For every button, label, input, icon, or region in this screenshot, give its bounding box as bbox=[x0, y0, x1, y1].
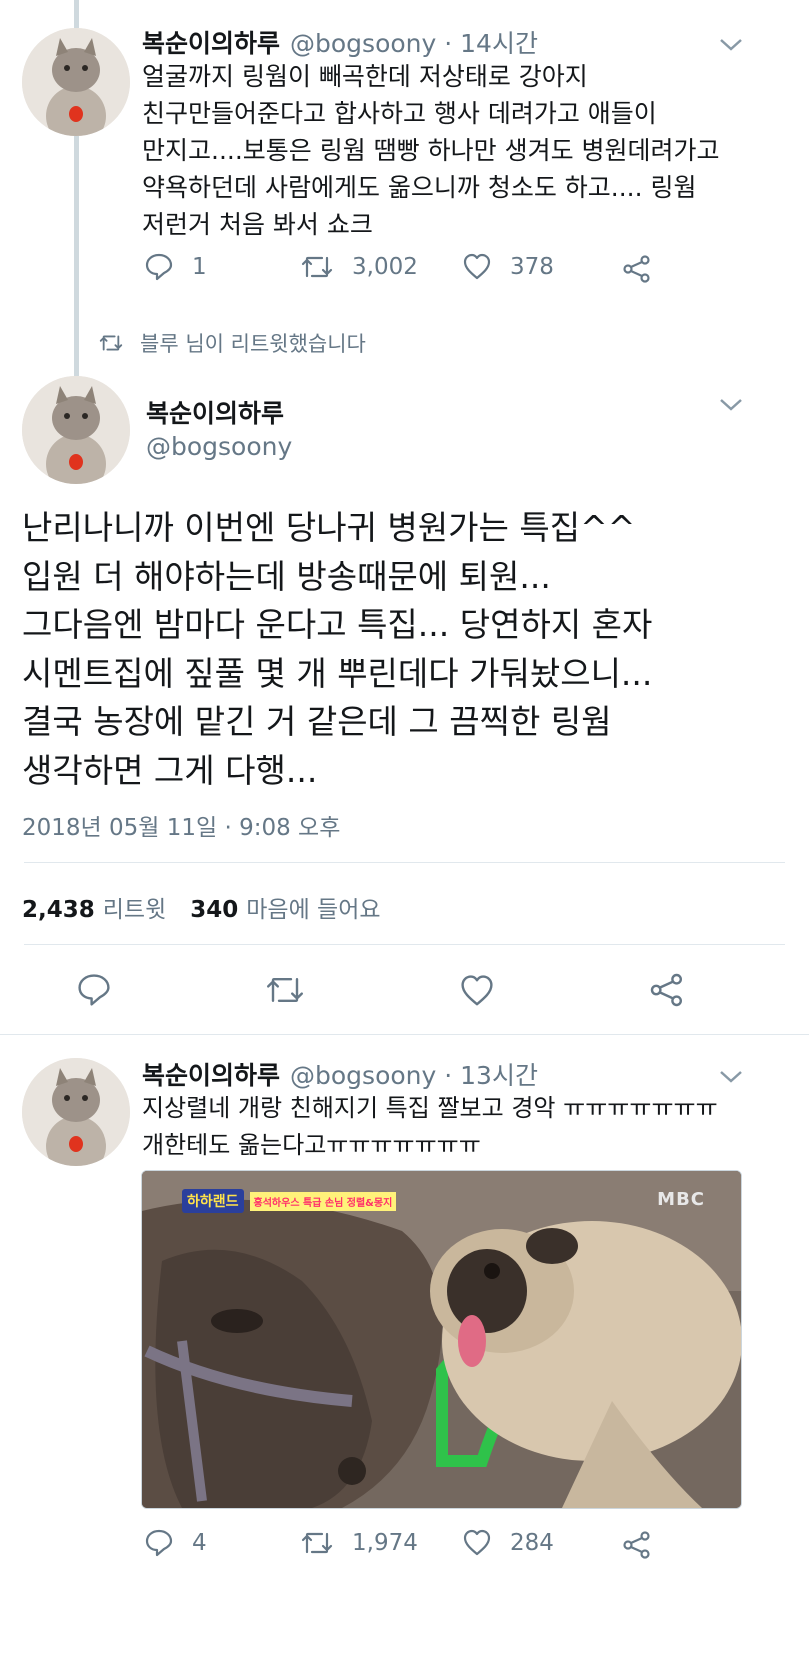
retweet-count: 1,974 bbox=[352, 1530, 418, 1556]
show-logo: 하하랜드 bbox=[182, 1189, 244, 1213]
like-icon[interactable] bbox=[458, 973, 496, 1009]
cat-avatar-image bbox=[22, 1058, 130, 1166]
retweet-notice[interactable]: 블루 님이 리트윗했습니다 bbox=[140, 328, 366, 358]
author-name[interactable]: 복순이의하루 bbox=[142, 1056, 280, 1092]
tweet-text: 난리나니까 이번엔 당나귀 병원가는 특집^^ 입원 더 해야하는데 방송때문에… bbox=[22, 508, 653, 790]
cat-avatar-image bbox=[22, 28, 130, 136]
like-count: 378 bbox=[510, 254, 554, 280]
likes-number: 340 bbox=[190, 897, 239, 923]
retweet-icon[interactable] bbox=[264, 972, 306, 1008]
author-handle-time: @bogsoony · 14시간 bbox=[290, 29, 538, 58]
like-icon bbox=[463, 1529, 491, 1556]
thread-line-top bbox=[74, 0, 79, 28]
divider bbox=[0, 1034, 809, 1035]
retweet-icon bbox=[301, 256, 333, 278]
like-button[interactable]: 378 bbox=[462, 252, 554, 282]
tweet-timestamp: 2018년 05월 11일 · 9:08 오후 bbox=[22, 815, 341, 841]
donkey-pug-photo bbox=[142, 1171, 741, 1508]
retweet-icon bbox=[99, 335, 123, 351]
broadcaster-watermark: MBC bbox=[657, 1189, 705, 1210]
avatar[interactable] bbox=[22, 376, 130, 484]
cat-avatar-image bbox=[22, 376, 130, 484]
author-name[interactable]: 복순이의하루 bbox=[142, 24, 280, 60]
reply-icon[interactable] bbox=[76, 972, 112, 1008]
author-handle[interactable]: @bogsoony bbox=[146, 432, 292, 461]
retweet-button[interactable]: 3,002 bbox=[300, 252, 418, 282]
tweet-stats: 2,438 리트윗 340 마음에 들어요 bbox=[22, 890, 381, 924]
retweets-number: 2,438 bbox=[22, 897, 95, 923]
avatar[interactable] bbox=[22, 1058, 130, 1166]
tweet-text: 지상렬네 개랑 친해지기 특집 짤보고 경악 ㅠㅠㅠㅠㅠㅠㅠ 개한테도 옮는다고… bbox=[142, 1094, 718, 1159]
chevron-down-icon[interactable] bbox=[719, 1070, 743, 1084]
retweets-stat[interactable]: 2,438 리트윗 bbox=[22, 890, 166, 924]
thread-line-connector bbox=[74, 136, 79, 376]
avatar[interactable] bbox=[22, 28, 130, 136]
reply-icon bbox=[145, 253, 173, 281]
retweet-button[interactable]: 1,974 bbox=[300, 1528, 418, 1558]
chevron-down-icon[interactable] bbox=[719, 398, 743, 412]
chevron-down-icon[interactable] bbox=[719, 38, 743, 52]
share-icon[interactable] bbox=[622, 254, 652, 284]
divider bbox=[24, 862, 785, 863]
reply-button[interactable]: 1 bbox=[144, 252, 207, 282]
reply-button[interactable]: 4 bbox=[144, 1528, 207, 1558]
tweet-text: 얼굴까지 링웜이 빼곡한데 저상태로 강아지 친구만들어준다고 합사하고 행사 … bbox=[142, 62, 720, 239]
reply-count: 4 bbox=[192, 1530, 207, 1556]
author-name[interactable]: 복순이의하루 bbox=[146, 394, 284, 430]
reply-count: 1 bbox=[192, 254, 207, 280]
like-count: 284 bbox=[510, 1530, 554, 1556]
retweets-label: 리트윗 bbox=[102, 897, 167, 923]
like-button[interactable]: 284 bbox=[462, 1528, 554, 1558]
retweet-icon bbox=[301, 1532, 333, 1554]
like-icon bbox=[463, 253, 491, 280]
likes-stat[interactable]: 340 마음에 들어요 bbox=[190, 890, 380, 924]
share-icon[interactable] bbox=[622, 1530, 652, 1560]
show-caption: 홍석하우스 특급 손님 정렬&몽지 bbox=[249, 1191, 397, 1211]
divider bbox=[24, 944, 785, 945]
likes-label: 마음에 들어요 bbox=[246, 897, 381, 923]
retweet-count: 3,002 bbox=[352, 254, 418, 280]
author-handle-time: @bogsoony · 13시간 bbox=[290, 1061, 538, 1090]
tweet-media[interactable]: 하하랜드 홍석하우스 특급 손님 정렬&몽지 MBC bbox=[141, 1170, 742, 1509]
share-icon[interactable] bbox=[649, 972, 685, 1008]
reply-icon bbox=[145, 1529, 173, 1557]
